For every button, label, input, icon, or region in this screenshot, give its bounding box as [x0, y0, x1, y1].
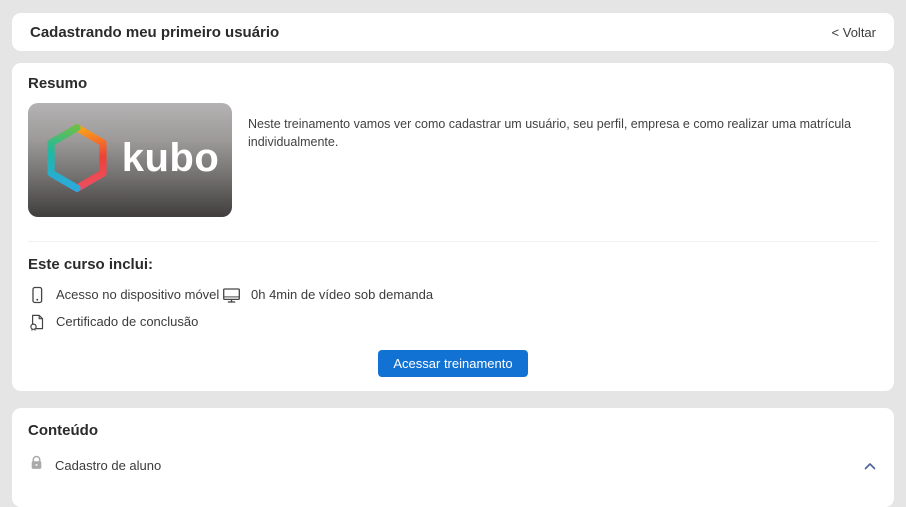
content-section-row[interactable]: Cadastro de aluno — [28, 454, 878, 477]
divider — [28, 241, 878, 242]
access-training-button[interactable]: Acessar treinamento — [378, 350, 528, 377]
include-item-video: 0h 4min de vídeo sob demanda — [222, 285, 433, 305]
certificate-icon — [28, 313, 46, 331]
include-item-label: 0h 4min de vídeo sob demanda — [251, 287, 434, 302]
page-title: Cadastrando meu primeiro usuário — [30, 23, 280, 41]
mobile-icon — [28, 286, 46, 304]
back-link[interactable]: < Voltar — [832, 25, 876, 40]
content-title: Conteúdo — [28, 422, 98, 439]
monitor-icon — [222, 286, 241, 304]
include-item-label: Acesso no dispositivo móvel — [56, 287, 220, 302]
summary-title: Resumo — [28, 75, 88, 92]
course-description: Neste treinamento vamos ver como cadastr… — [248, 117, 852, 150]
lock-icon — [28, 454, 45, 477]
includes-list: Acesso no dispositivo móvel 0h 4min de v… — [28, 285, 878, 332]
include-item-certificate: Certificado de conclusão — [28, 312, 222, 332]
include-item-label: Certificado de conclusão — [56, 314, 199, 329]
content-card: Conteúdo Cadastro de aluno — [12, 408, 894, 507]
chevron-up-icon[interactable] — [862, 459, 878, 473]
course-thumbnail[interactable]: kubo — [28, 103, 232, 217]
summary-media-row: kubo Neste treinamento vamos ver como ca… — [28, 103, 878, 217]
includes-title: Este curso inclui: — [28, 256, 154, 273]
content-section-label: Cadastro de aluno — [55, 457, 162, 473]
cta-row: Acessar treinamento — [28, 350, 878, 377]
page: Cadastrando meu primeiro usuário < Volta… — [0, 0, 906, 507]
page-header: Cadastrando meu primeiro usuário < Volta… — [12, 13, 894, 51]
include-item-mobile: Acesso no dispositivo móvel — [28, 285, 222, 305]
kubo-logo-text: kubo — [121, 136, 220, 180]
kubo-hexagon-icon — [41, 122, 113, 199]
summary-card: Resumo kubo Neste treinamento vamos ver … — [12, 63, 894, 391]
